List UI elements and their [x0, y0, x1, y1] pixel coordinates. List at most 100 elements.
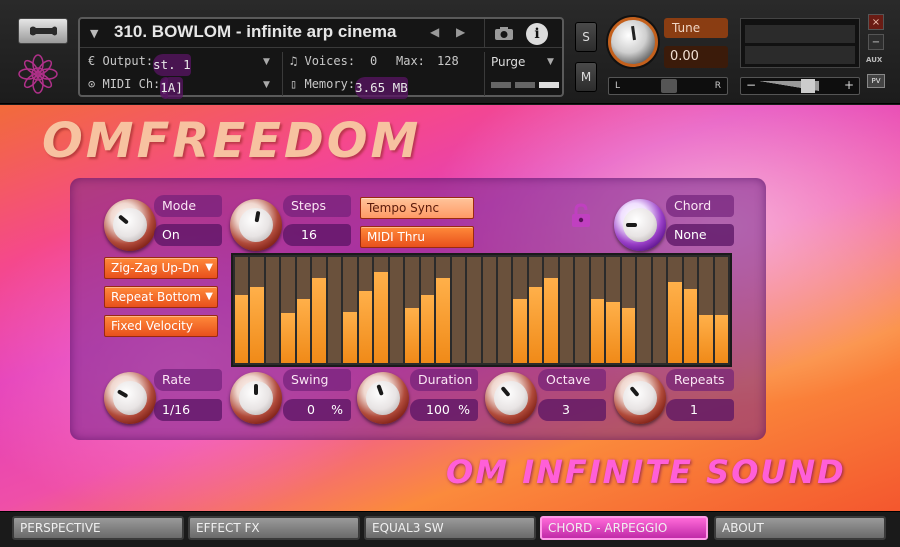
- step-column[interactable]: [467, 257, 481, 363]
- tune-value[interactable]: 0.00: [664, 46, 728, 68]
- mode-knob[interactable]: [104, 199, 156, 251]
- step-column[interactable]: [668, 257, 682, 363]
- step-column[interactable]: [606, 257, 620, 363]
- steps-value-box[interactable]: 16: [283, 224, 351, 246]
- mute-button[interactable]: M: [575, 62, 597, 92]
- tab-about[interactable]: ABOUT: [714, 516, 886, 540]
- wrench-button[interactable]: [18, 18, 68, 44]
- step-column[interactable]: [389, 257, 404, 363]
- chevron-down-icon: ▼: [205, 291, 213, 302]
- step-column[interactable]: [497, 257, 512, 363]
- pv-button[interactable]: PV: [867, 74, 885, 88]
- step-bar: [544, 278, 558, 363]
- duration-value-box[interactable]: 100 %: [410, 399, 478, 421]
- tab-effect-fx[interactable]: EFFECT FX: [188, 516, 360, 540]
- previous-instrument-icon[interactable]: ◀: [430, 25, 439, 39]
- repeats-knob[interactable]: [614, 372, 666, 424]
- pan-slider[interactable]: L R: [608, 77, 728, 95]
- tab-equal3-sw[interactable]: EQUAL3 SW: [364, 516, 536, 540]
- step-bar: [235, 295, 249, 363]
- max-voices-value[interactable]: 128: [437, 54, 459, 68]
- step-column[interactable]: [281, 257, 295, 363]
- snapshot-button[interactable]: [484, 19, 522, 48]
- step-column[interactable]: [699, 257, 713, 363]
- rate-value[interactable]: 1/16: [154, 399, 222, 421]
- output-dropdown-icon[interactable]: ▼: [263, 57, 270, 67]
- purge-dropdown-icon[interactable]: ▼: [547, 57, 554, 67]
- step-column[interactable]: [235, 257, 249, 363]
- memory-value: 3.65 MB: [355, 77, 408, 99]
- chord-knob[interactable]: [614, 199, 666, 251]
- minimize-button[interactable]: −: [868, 34, 884, 50]
- output-row[interactable]: € Output: st. 1: [88, 54, 191, 76]
- step-bar: [668, 282, 682, 363]
- step-column[interactable]: [544, 257, 558, 363]
- velocity-mode-button[interactable]: Fixed Velocity: [104, 315, 218, 337]
- swing-value-box[interactable]: 0 %: [283, 399, 351, 421]
- aux-button[interactable]: AUX: [866, 56, 882, 64]
- midi-channel-row[interactable]: ⊙ MIDI Ch: [A] 1: [88, 77, 183, 99]
- step-column[interactable]: [327, 257, 342, 363]
- info-button[interactable]: i: [526, 23, 548, 45]
- step-column[interactable]: [436, 257, 450, 363]
- tempo-sync-button[interactable]: Tempo Sync: [360, 197, 474, 219]
- volume-down-icon[interactable]: −: [746, 78, 756, 92]
- step-column[interactable]: [343, 257, 357, 363]
- step-column[interactable]: [250, 257, 264, 363]
- output-value: st. 1: [153, 54, 191, 76]
- step-column[interactable]: [621, 257, 636, 363]
- instrument-name[interactable]: 310. BOWLOM - infinite arp cinema: [114, 22, 414, 42]
- chord-value[interactable]: None: [666, 224, 734, 246]
- repeat-mode-dropdown[interactable]: Repeat Bottom ▼: [104, 286, 218, 308]
- step-column[interactable]: [513, 257, 527, 363]
- step-column[interactable]: [451, 257, 466, 363]
- volume-slider[interactable]: − +: [740, 77, 860, 95]
- repeat-mode-value: Repeat Bottom: [111, 290, 202, 304]
- volume-handle[interactable]: [801, 79, 815, 93]
- mode-value[interactable]: On: [154, 224, 222, 246]
- step-column[interactable]: [575, 257, 589, 363]
- step-column[interactable]: [683, 257, 698, 363]
- duration-knob[interactable]: [357, 372, 409, 424]
- swing-knob[interactable]: [230, 372, 282, 424]
- repeats-value-box[interactable]: 1: [666, 399, 734, 421]
- purge-level-indicator: [491, 82, 559, 88]
- step-bar: [621, 308, 636, 363]
- rate-label: Rate: [154, 369, 222, 391]
- steps-value: 16: [301, 227, 317, 242]
- step-column[interactable]: [714, 257, 728, 363]
- midi-thru-button[interactable]: MIDI Thru: [360, 226, 474, 248]
- purge-button[interactable]: Purge ▼: [484, 52, 562, 96]
- next-instrument-icon[interactable]: ▶: [456, 25, 465, 39]
- steps-knob[interactable]: [230, 199, 282, 251]
- step-column[interactable]: [312, 257, 326, 363]
- close-button[interactable]: ×: [868, 14, 884, 30]
- rate-knob[interactable]: [104, 372, 156, 424]
- volume-up-icon[interactable]: +: [844, 78, 854, 92]
- step-column[interactable]: [420, 257, 435, 363]
- step-column[interactable]: [590, 257, 605, 363]
- step-bar: [513, 299, 527, 363]
- octave-knob[interactable]: [485, 372, 537, 424]
- step-column[interactable]: [405, 257, 419, 363]
- direction-dropdown[interactable]: Zig-Zag Up-Dn ▼: [104, 257, 218, 279]
- step-column[interactable]: [265, 257, 280, 363]
- solo-button[interactable]: S: [575, 22, 597, 52]
- tab-chord-arpeggio[interactable]: CHORD - ARPEGGIO: [540, 516, 708, 540]
- step-column[interactable]: [374, 257, 388, 363]
- midi-dropdown-icon[interactable]: ▼: [263, 80, 270, 90]
- step-column[interactable]: [637, 257, 651, 363]
- step-column[interactable]: [482, 257, 496, 363]
- step-column[interactable]: [652, 257, 667, 363]
- pan-handle[interactable]: [661, 79, 677, 93]
- collapse-arrow-icon[interactable]: ▼: [90, 27, 98, 40]
- step-column[interactable]: [358, 257, 373, 363]
- step-sequencer[interactable]: [231, 253, 732, 367]
- step-column[interactable]: [559, 257, 574, 363]
- tab-perspective[interactable]: PERSPECTIVE: [12, 516, 184, 540]
- tune-knob[interactable]: [608, 17, 658, 67]
- step-column[interactable]: [296, 257, 311, 363]
- lock-icon[interactable]: [570, 203, 592, 229]
- octave-value-box[interactable]: 3: [538, 399, 606, 421]
- step-column[interactable]: [528, 257, 543, 363]
